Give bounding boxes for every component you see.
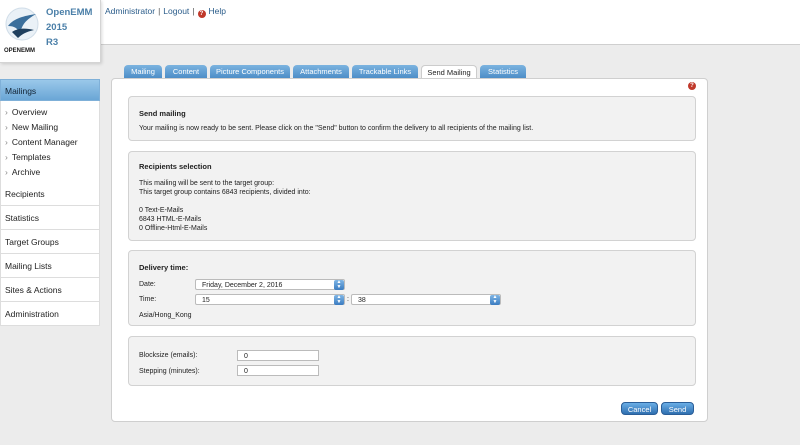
sidebar: Mailings Overview New Mailing Content Ma… bbox=[0, 79, 100, 326]
recipients-line: This mailing will be sent to the target … bbox=[139, 180, 275, 187]
minute-select[interactable]: 38 ▲ ▼ bbox=[351, 294, 501, 305]
recipients-line: This target group contains 6843 recipien… bbox=[139, 189, 311, 196]
time-label: Time: bbox=[139, 296, 157, 303]
sidebar-subitem-templates[interactable]: Templates bbox=[1, 150, 99, 165]
text-mails-count: 0 Text-E-Mails bbox=[139, 207, 184, 214]
sidebar-item-recipients[interactable]: Recipients bbox=[0, 182, 100, 206]
offline-mails-count: 0 Offline-Html-E-Mails bbox=[139, 225, 208, 232]
minute-value: 38 bbox=[358, 297, 366, 304]
blocksize-box: Blocksize (emails): 0 Stepping (minutes)… bbox=[128, 336, 696, 386]
logout-link[interactable]: Logout bbox=[163, 6, 189, 16]
stepping-label: Stepping (minutes): bbox=[139, 368, 200, 375]
tab-picture-components[interactable]: Picture Components bbox=[210, 65, 290, 79]
date-value: Friday, December 2, 2016 bbox=[202, 282, 283, 289]
logo-box[interactable]: OPENEMM OpenEMM 2015 R3 bbox=[0, 0, 101, 63]
date-label: Date: bbox=[139, 281, 156, 288]
main-panel: ? Send mailing Your mailing is now ready… bbox=[111, 78, 708, 422]
tab-attachments[interactable]: Attachments bbox=[293, 65, 349, 79]
app-name-line: OpenEMM bbox=[46, 7, 93, 18]
cancel-button[interactable]: Cancel bbox=[621, 402, 658, 415]
sidebar-subitem-content-manager[interactable]: Content Manager bbox=[1, 135, 99, 150]
sidebar-subitem-archive[interactable]: Archive bbox=[1, 165, 99, 180]
sidebar-submenu: Overview New Mailing Content Manager Tem… bbox=[0, 101, 100, 182]
recipients-selection-box: Recipients selection This mailing will b… bbox=[128, 151, 696, 241]
sidebar-item-target-groups[interactable]: Target Groups bbox=[0, 230, 100, 254]
sidebar-item-mailings[interactable]: Mailings bbox=[0, 79, 100, 101]
tab-statistics[interactable]: Statistics bbox=[480, 65, 526, 79]
hour-value: 15 bbox=[202, 297, 210, 304]
help-icon[interactable]: ? bbox=[197, 10, 206, 18]
blocksize-input[interactable]: 0 bbox=[237, 350, 319, 361]
help-link[interactable]: Help bbox=[209, 6, 226, 16]
sidebar-item-statistics[interactable]: Statistics bbox=[0, 206, 100, 230]
app-name-line: 2015 bbox=[46, 22, 68, 33]
blocksize-label: Blocksize (emails): bbox=[139, 352, 198, 359]
logo-wordmark: OPENEMM bbox=[4, 48, 36, 54]
top-bar: Administrator | Logout |? Help bbox=[0, 0, 800, 45]
stepping-input[interactable]: 0 bbox=[237, 365, 319, 376]
updown-arrow-icon: ▲ ▼ bbox=[490, 295, 500, 305]
top-links: Administrator | Logout |? Help bbox=[105, 6, 226, 18]
app-name: OpenEMM 2015 R3 bbox=[46, 5, 92, 50]
app-name-line: R3 bbox=[46, 37, 59, 48]
sidebar-subitem-overview[interactable]: Overview bbox=[1, 105, 99, 120]
sidebar-item-administration[interactable]: Administration bbox=[0, 302, 100, 326]
recipients-selection-title: Recipients selection bbox=[139, 162, 212, 171]
hour-select[interactable]: 15 ▲ ▼ bbox=[195, 294, 345, 305]
delivery-time-box: Delivery time: Date: Friday, December 2,… bbox=[128, 250, 696, 326]
sidebar-subitem-new-mailing[interactable]: New Mailing bbox=[1, 120, 99, 135]
send-mailing-box: Send mailing Your mailing is now ready t… bbox=[128, 96, 696, 141]
updown-arrow-icon: ▲ ▼ bbox=[334, 280, 344, 290]
separator: | bbox=[158, 6, 161, 16]
delivery-time-title: Delivery time: bbox=[139, 263, 189, 272]
send-button[interactable]: Send bbox=[661, 402, 694, 415]
openemm-logo-icon bbox=[5, 7, 39, 41]
send-mailing-title: Send mailing bbox=[139, 109, 186, 118]
html-mails-count: 6843 HTML-E-Mails bbox=[139, 216, 202, 223]
tab-trackable-links[interactable]: Trackable Links bbox=[352, 65, 418, 79]
sidebar-item-mailing-lists[interactable]: Mailing Lists bbox=[0, 254, 100, 278]
help-icon[interactable]: ? bbox=[688, 82, 696, 90]
user-link[interactable]: Administrator bbox=[105, 6, 155, 16]
tab-mailing[interactable]: Mailing bbox=[124, 65, 162, 79]
time-colon: : bbox=[347, 296, 349, 303]
send-mailing-text: Your mailing is now ready to be sent. Pl… bbox=[139, 125, 534, 132]
separator: | bbox=[192, 6, 195, 16]
tab-content[interactable]: Content bbox=[165, 65, 207, 79]
updown-arrow-icon: ▲ ▼ bbox=[334, 295, 344, 305]
timezone-label: Asia/Hong_Kong bbox=[139, 312, 192, 319]
date-select[interactable]: Friday, December 2, 2016 ▲ ▼ bbox=[195, 279, 345, 290]
sidebar-item-sites-actions[interactable]: Sites & Actions bbox=[0, 278, 100, 302]
